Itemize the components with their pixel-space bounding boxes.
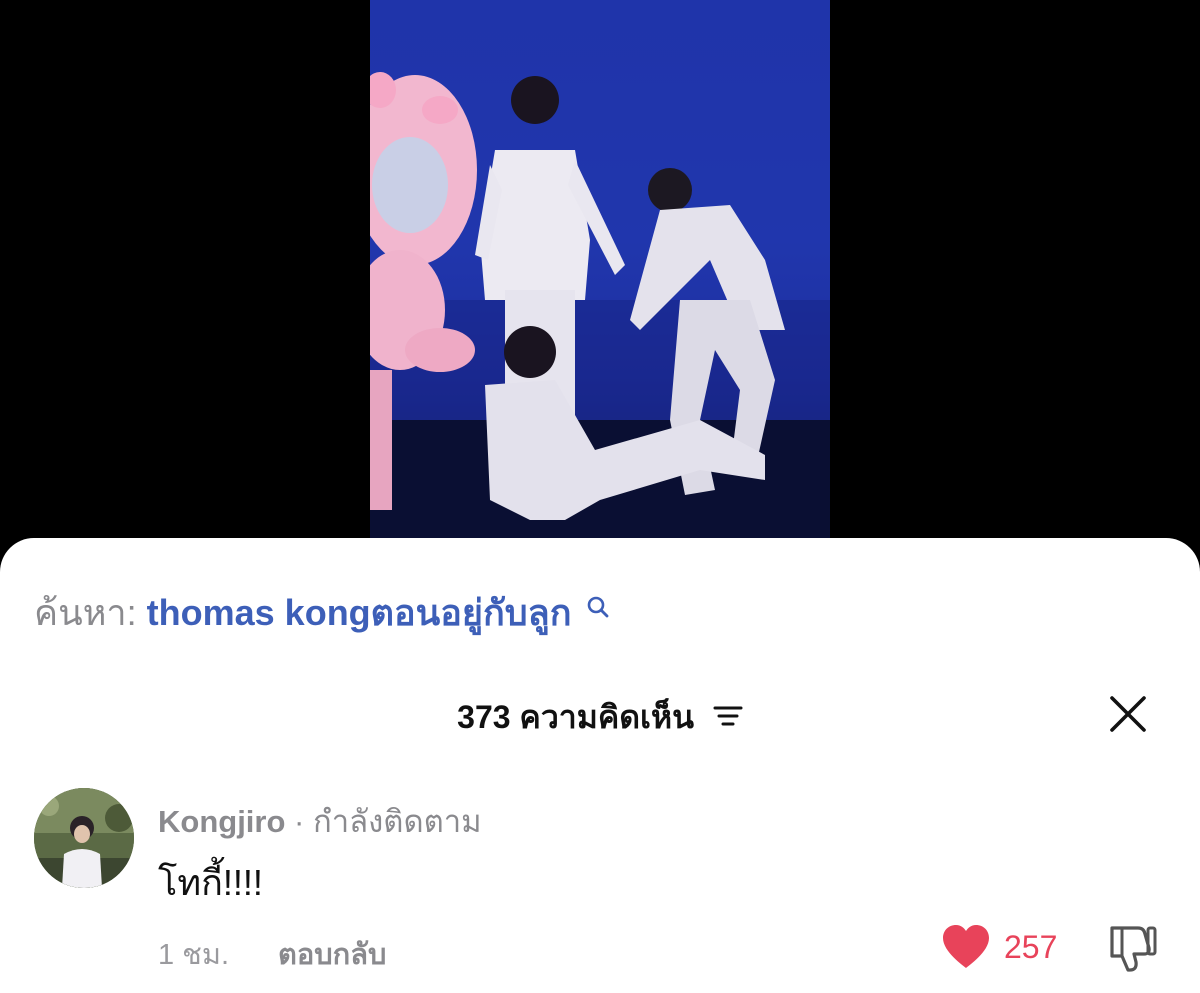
thumbs-down-icon[interactable] (1108, 922, 1158, 974)
search-prefix-label: ค้นหา: (34, 592, 137, 633)
follow-status: กำลังติดตาม (313, 804, 482, 839)
comments-header: 373 ความคิดเห็น (0, 692, 1200, 743)
comments-sheet: ค้นหา: thomas kongตอนอยู่กับลูก 373 ความ… (0, 538, 1200, 993)
comment-count: 373 (457, 699, 511, 735)
sort-icon[interactable] (713, 699, 743, 736)
close-icon[interactable] (1106, 692, 1150, 736)
reply-button[interactable]: ตอบกลับ (278, 931, 386, 977)
comment-meta: Kongjiro · กำลังติดตาม (158, 796, 482, 846)
avatar[interactable] (34, 788, 134, 888)
like-button[interactable] (940, 924, 992, 970)
video-scene-illustration (370, 0, 830, 538)
heart-icon[interactable] (940, 924, 992, 970)
close-button[interactable] (1106, 692, 1150, 736)
comment-username[interactable]: Kongjiro (158, 804, 285, 839)
comments-title: ความคิดเห็น (519, 699, 694, 735)
search-query-link[interactable]: thomas kongตอนอยู่กับลูก (147, 592, 572, 633)
like-count: 257 (1004, 929, 1058, 965)
meta-separator: · (294, 804, 305, 839)
dislike-button[interactable] (1108, 922, 1158, 974)
video-frame[interactable] (370, 0, 830, 538)
video-player[interactable] (0, 0, 1200, 560)
comment-text: โทกี้!!!! (158, 862, 263, 903)
search-suggestion[interactable]: ค้นหา: thomas kongตอนอยู่กับลูก (34, 584, 610, 641)
search-icon[interactable] (586, 586, 610, 628)
comment-timestamp: 1 ชม. (158, 939, 230, 971)
